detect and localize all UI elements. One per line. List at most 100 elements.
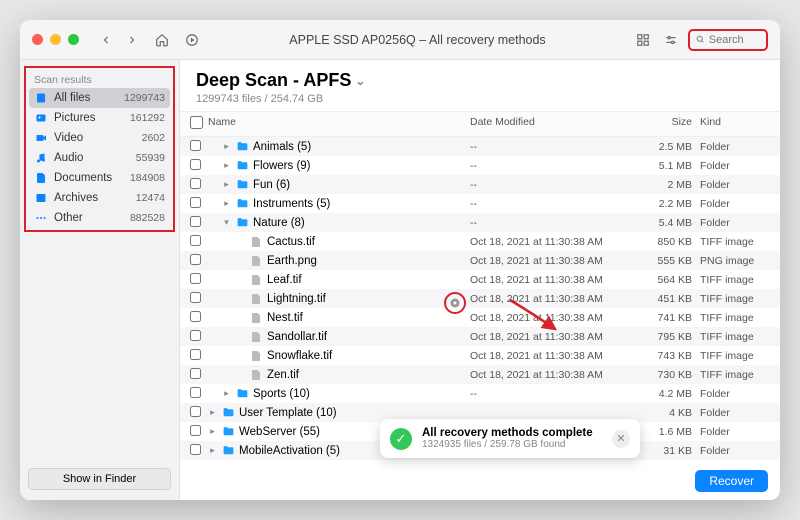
table-row[interactable]: Earth.pngOct 18, 2021 at 11:30:38 AM555 … <box>180 251 780 270</box>
table-row[interactable]: ▾Nature (8)--5.4 MBFolder <box>180 213 780 232</box>
row-checkbox[interactable] <box>190 159 201 170</box>
row-checkbox[interactable] <box>190 444 201 455</box>
date-modified: Oct 18, 2021 at 11:30:38 AM <box>470 369 640 381</box>
row-checkbox[interactable] <box>190 349 201 360</box>
forward-button[interactable]: › <box>121 29 143 51</box>
row-checkbox[interactable] <box>190 273 201 284</box>
disclosure-triangle[interactable]: ▸ <box>222 141 231 152</box>
nav-arrows: ‹ › <box>95 29 143 51</box>
page-title[interactable]: Deep Scan - APFS⌄ <box>196 70 764 91</box>
search-icon <box>696 34 705 45</box>
row-checkbox[interactable] <box>190 368 201 379</box>
folder-icon <box>235 216 249 230</box>
table-row[interactable]: Leaf.tifOct 18, 2021 at 11:30:38 AM564 K… <box>180 270 780 289</box>
table-row[interactable]: ▸Instruments (5)--2.2 MBFolder <box>180 194 780 213</box>
table-row[interactable]: Nest.tifOct 18, 2021 at 11:30:38 AM741 K… <box>180 308 780 327</box>
row-checkbox[interactable] <box>190 387 201 398</box>
row-checkbox[interactable] <box>190 406 201 417</box>
file-size: 451 KB <box>640 293 700 305</box>
search-box[interactable] <box>688 29 768 51</box>
back-button[interactable]: ‹ <box>95 29 117 51</box>
table-row[interactable]: ▸Sports (10)--4.2 MBFolder <box>180 384 780 403</box>
date-modified: -- <box>470 217 640 229</box>
disclosure-triangle[interactable]: ▸ <box>208 407 217 418</box>
date-modified: Oct 18, 2021 at 11:30:38 AM <box>470 331 640 343</box>
file-name: Snowflake.tif <box>267 350 332 362</box>
table-row[interactable]: ▸Fun (6)--2 MBFolder <box>180 175 780 194</box>
col-name[interactable]: Name <box>208 116 470 132</box>
disclosure-triangle[interactable]: ▸ <box>208 445 217 456</box>
col-kind[interactable]: Kind <box>700 116 770 132</box>
file-size: 2 MB <box>640 179 700 191</box>
table-row[interactable]: Sandollar.tifOct 18, 2021 at 11:30:38 AM… <box>180 327 780 346</box>
date-modified: Oct 18, 2021 at 11:30:38 AM <box>470 236 640 248</box>
disclosure-triangle[interactable]: ▸ <box>222 179 231 190</box>
table-row[interactable]: Snowflake.tifOct 18, 2021 at 11:30:38 AM… <box>180 346 780 365</box>
table-row[interactable]: Zen.tifOct 18, 2021 at 11:30:38 AM730 KB… <box>180 365 780 384</box>
sidebar-item-audio[interactable]: Audio55939 <box>26 148 173 168</box>
table-row[interactable]: ▸Animals (5)--2.5 MBFolder <box>180 137 780 156</box>
page-subtitle: 1299743 files / 254.74 GB <box>196 93 764 105</box>
sidebar-item-archives[interactable]: Archives12474 <box>26 188 173 208</box>
minimize-button[interactable] <box>50 34 61 45</box>
row-checkbox[interactable] <box>190 140 201 151</box>
row-checkbox[interactable] <box>190 197 201 208</box>
folder-icon <box>235 197 249 211</box>
zoom-button[interactable] <box>68 34 79 45</box>
disclosure-triangle[interactable]: ▸ <box>222 388 231 399</box>
disclosure-triangle[interactable]: ▸ <box>222 160 231 171</box>
file-name: Earth.png <box>267 255 317 267</box>
sidebar-item-other[interactable]: Other882528 <box>26 208 173 228</box>
row-checkbox[interactable] <box>190 425 201 436</box>
file-kind: Folder <box>700 426 770 438</box>
file-size: 31 KB <box>640 445 700 457</box>
date-modified: -- <box>470 198 640 210</box>
sidebar-item-count: 161292 <box>130 112 165 124</box>
folder-icon <box>235 387 249 401</box>
sidebar-item-documents[interactable]: Documents184908 <box>26 168 173 188</box>
filter-icon[interactable] <box>660 29 682 51</box>
file-kind: PNG image <box>700 255 770 267</box>
row-checkbox[interactable] <box>190 235 201 246</box>
file-size: 4 KB <box>640 407 700 419</box>
folder-icon <box>235 140 249 154</box>
view-mode-icon[interactable] <box>632 29 654 51</box>
rescan-icon[interactable] <box>181 29 203 51</box>
disclosure-triangle[interactable]: ▸ <box>208 426 217 437</box>
titlebar: ‹ › APPLE SSD AP0256Q – All recovery met… <box>20 20 780 60</box>
row-checkbox[interactable] <box>190 178 201 189</box>
chevron-down-icon: ⌄ <box>355 74 365 88</box>
sidebar-item-video[interactable]: Video2602 <box>26 128 173 148</box>
disclosure-triangle[interactable]: ▾ <box>222 217 231 228</box>
file-size: 2.2 MB <box>640 198 700 210</box>
disclosure-triangle[interactable]: ▸ <box>222 198 231 209</box>
file-icon <box>249 235 263 249</box>
close-button[interactable] <box>32 34 43 45</box>
table-row[interactable]: ▸Flowers (9)--5.1 MBFolder <box>180 156 780 175</box>
table-row[interactable]: Lightning.tifOct 18, 2021 at 11:30:38 AM… <box>180 289 780 308</box>
file-name: Zen.tif <box>267 369 299 381</box>
preview-icon[interactable] <box>444 292 466 314</box>
row-checkbox[interactable] <box>190 216 201 227</box>
file-kind: Folder <box>700 445 770 457</box>
file-kind: Folder <box>700 198 770 210</box>
home-icon[interactable] <box>151 29 173 51</box>
row-checkbox[interactable] <box>190 311 201 322</box>
file-name: Sports (10) <box>253 388 310 400</box>
table-row[interactable]: Cactus.tifOct 18, 2021 at 11:30:38 AM850… <box>180 232 780 251</box>
row-checkbox[interactable] <box>190 292 201 303</box>
row-checkbox[interactable] <box>190 254 201 265</box>
file-icon <box>249 330 263 344</box>
search-input[interactable] <box>709 34 760 46</box>
sidebar-item-all-files[interactable]: All files1299743 <box>29 88 170 108</box>
col-size[interactable]: Size <box>640 116 700 132</box>
show-in-finder-button[interactable]: Show in Finder <box>28 468 171 490</box>
recover-button[interactable]: Recover <box>695 470 768 492</box>
file-name: Leaf.tif <box>267 274 302 286</box>
sidebar-item-pictures[interactable]: Pictures161292 <box>26 108 173 128</box>
sidebar-item-count: 1299743 <box>124 92 165 104</box>
select-all-checkbox[interactable] <box>190 116 203 129</box>
row-checkbox[interactable] <box>190 330 201 341</box>
toast-close-button[interactable]: ✕ <box>612 430 630 448</box>
col-date[interactable]: Date Modified <box>470 116 640 132</box>
